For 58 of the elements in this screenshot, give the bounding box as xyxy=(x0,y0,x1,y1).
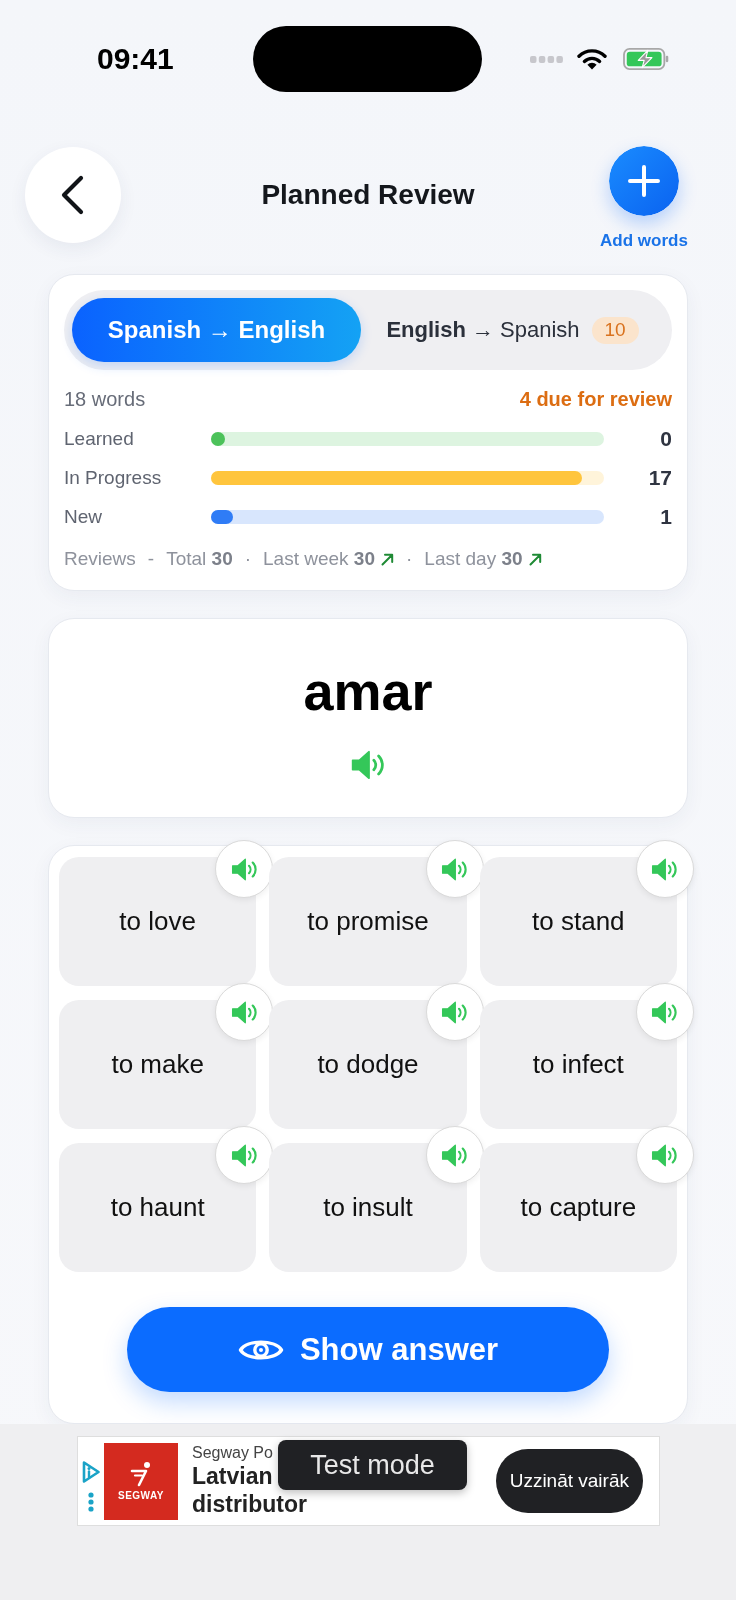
answer-option[interactable]: to haunt xyxy=(59,1143,257,1272)
stat-count: 17 xyxy=(648,465,672,491)
review-stat: Total 30 xyxy=(166,547,233,571)
chevron-left-icon xyxy=(60,175,86,215)
review-stat: Last day 30 xyxy=(424,547,523,571)
speaker-button[interactable] xyxy=(636,840,694,898)
stat-count: 0 xyxy=(660,426,672,452)
speaker-icon xyxy=(651,857,679,881)
stat-count: 1 xyxy=(660,504,672,530)
answer-option[interactable]: to dodge xyxy=(269,1000,467,1129)
answer-option[interactable]: to insult xyxy=(269,1143,467,1272)
ad-headline: Latvian xyxy=(192,1462,273,1490)
plus-icon xyxy=(609,146,679,216)
answer-option[interactable]: to love xyxy=(59,857,257,986)
speaker-icon xyxy=(441,1000,469,1024)
learn-more-button[interactable]: Uzzināt vairāk xyxy=(495,1449,643,1513)
separator: · xyxy=(244,547,252,571)
answer-option[interactable]: to make xyxy=(59,1000,257,1129)
more-dots-icon[interactable] xyxy=(88,1492,94,1512)
answer-option[interactable]: to infect xyxy=(479,1000,677,1129)
speaker-icon[interactable] xyxy=(351,750,385,780)
reviews-label: Reviews xyxy=(64,547,136,571)
stat-label: New xyxy=(64,505,103,529)
speaker-icon xyxy=(230,1000,258,1024)
speaker-icon xyxy=(441,1143,469,1167)
due-count: 4 due for review xyxy=(519,387,672,412)
stat-label: In Progress xyxy=(64,466,163,490)
battery-icon xyxy=(621,48,671,70)
answer-option[interactable]: to capture xyxy=(479,1143,677,1272)
signal-dots-icon xyxy=(530,55,563,63)
logo-text: SEGWAY xyxy=(118,1489,164,1502)
prompt-word: amar xyxy=(303,660,433,723)
speaker-button[interactable] xyxy=(636,983,694,1041)
answer-option[interactable]: to promise xyxy=(269,857,467,986)
page-title: Planned Review xyxy=(261,178,475,212)
speaker-button[interactable] xyxy=(636,1126,694,1184)
answer-option[interactable]: to stand xyxy=(479,857,677,986)
ad-info-icon[interactable] xyxy=(81,1460,101,1484)
ad-sponsor: Segway Po xyxy=(192,1444,273,1462)
separator: - xyxy=(147,547,155,571)
status-time: 09:41 xyxy=(97,42,174,76)
speaker-icon xyxy=(230,1143,258,1167)
count-badge: 10 xyxy=(591,316,639,344)
show-answer-button[interactable]: Show answer xyxy=(127,1307,609,1392)
add-words-button[interactable]: Add words xyxy=(594,146,694,251)
speaker-icon xyxy=(651,1000,679,1024)
toast-message: Test mode xyxy=(278,1440,467,1490)
direction-tab[interactable]: English → Spanish 10 xyxy=(361,298,664,362)
separator: · xyxy=(406,547,413,571)
speaker-icon xyxy=(651,1143,679,1167)
ad-headline: distributor xyxy=(192,1490,307,1518)
wifi-icon xyxy=(577,48,607,70)
direction-tab[interactable]: Spanish → English xyxy=(72,298,361,362)
speaker-icon xyxy=(441,857,469,881)
speaker-icon xyxy=(230,857,258,881)
stat-label: Learned xyxy=(64,427,135,451)
review-stat: Last week 30 xyxy=(263,547,375,571)
word-count: 18 words xyxy=(64,387,146,412)
